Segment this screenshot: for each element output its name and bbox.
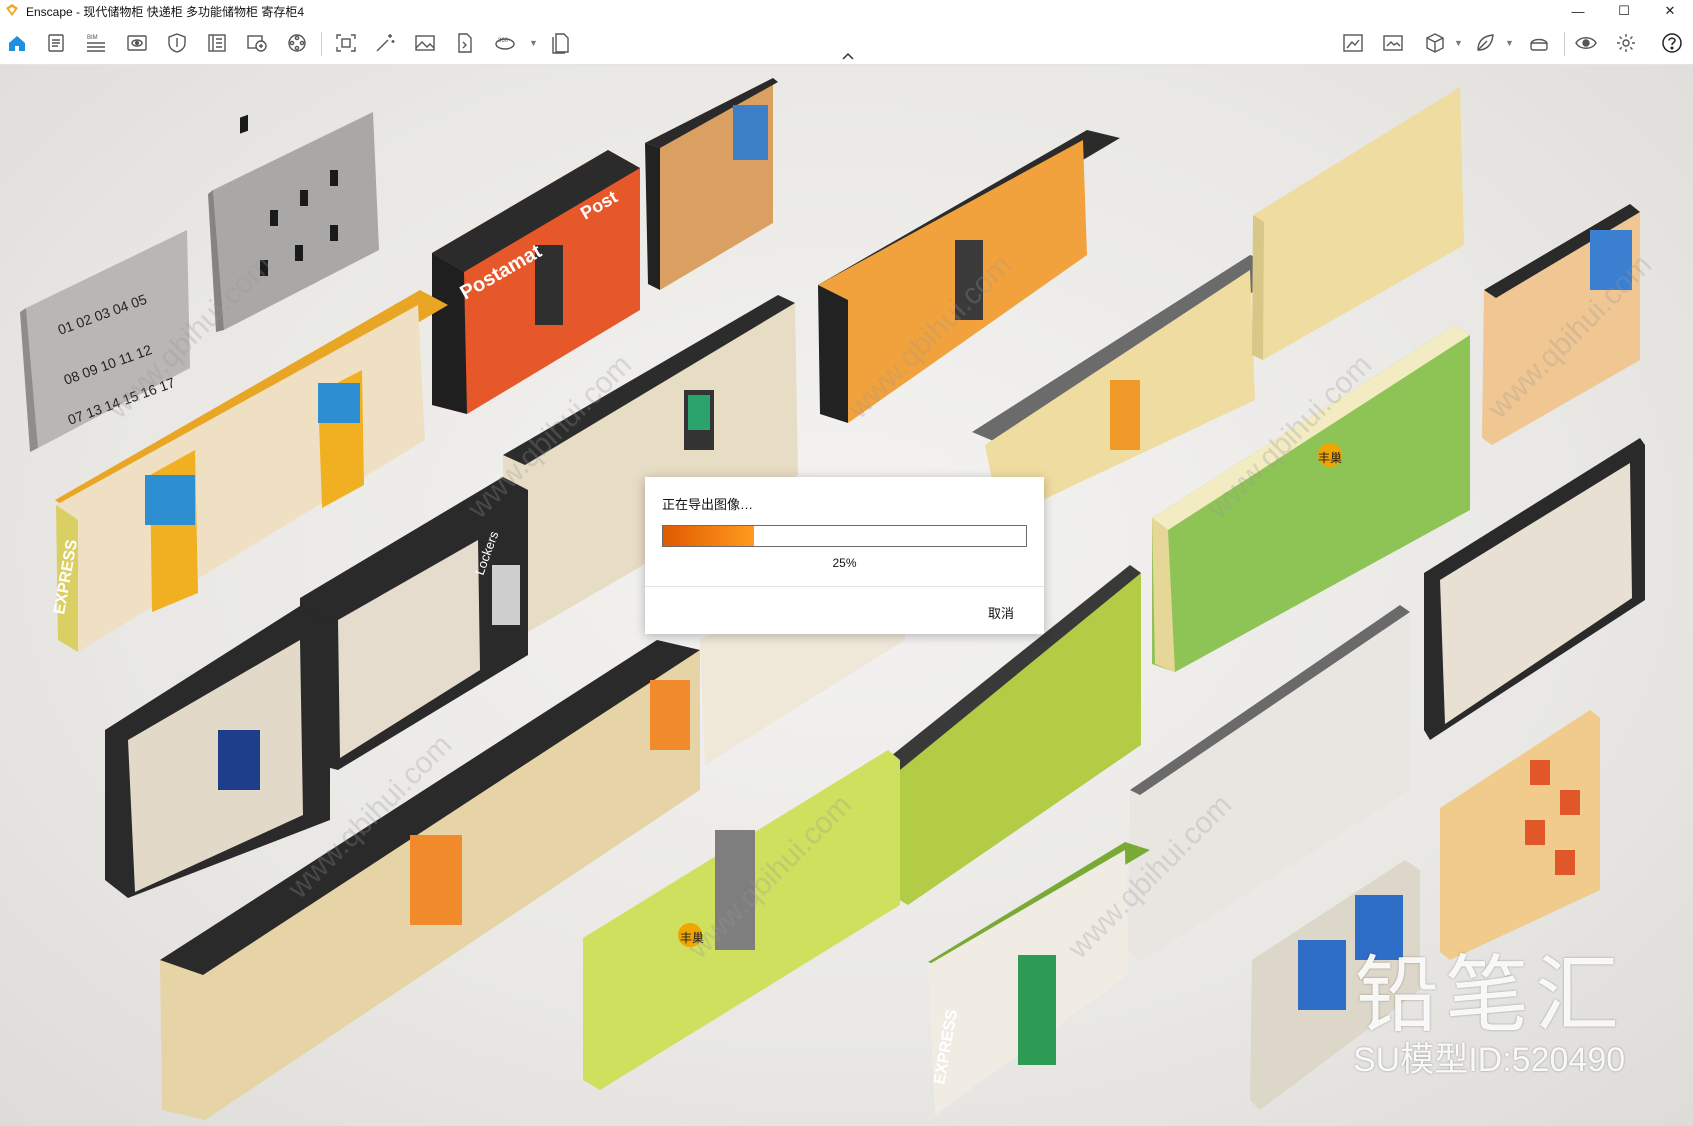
screenshot-icon[interactable]	[335, 32, 357, 54]
minimize-button[interactable]: —	[1555, 0, 1601, 22]
export-file-icon[interactable]	[454, 32, 476, 54]
enscape-logo-icon	[6, 4, 18, 16]
book-icon[interactable]	[206, 32, 228, 54]
bim-icon[interactable]: BIM	[85, 32, 107, 54]
brand-watermark: 铅笔汇	[1355, 948, 1626, 1042]
help-icon[interactable]	[1661, 32, 1683, 54]
fengchao-label-1: 丰巢	[1318, 451, 1342, 465]
chevron-down-icon[interactable]: ▼	[1454, 38, 1463, 48]
chevron-down-icon[interactable]: ▼	[529, 38, 538, 48]
cube-icon[interactable]	[1424, 32, 1446, 54]
locker-dark-screen	[105, 606, 330, 898]
headset-vr-icon[interactable]	[1528, 32, 1550, 54]
chat-camera-icon[interactable]	[246, 32, 268, 54]
site-context-icon[interactable]	[1342, 32, 1364, 54]
view-icon[interactable]	[126, 32, 148, 54]
toolbar-separator	[1564, 32, 1565, 56]
title-bar: Enscape - 现代储物柜 快递柜 多功能储物柜 寄存柜4 — ☐ ✕	[0, 0, 1693, 22]
close-button[interactable]: ✕	[1647, 0, 1693, 22]
locker-dark-lockers: Lockers	[300, 477, 528, 770]
toolbar-separator	[321, 32, 322, 56]
bim-label: BIM	[87, 35, 98, 41]
document-icon[interactable]	[45, 32, 67, 54]
collapse-toolbar-icon[interactable]	[838, 50, 858, 64]
locker-cream-tall	[1252, 87, 1464, 360]
eye-icon[interactable]	[1575, 32, 1597, 54]
film-reel-icon[interactable]	[286, 32, 308, 54]
window-title: Enscape - 现代储物柜 快递柜 多功能储物柜 寄存柜4	[26, 5, 305, 19]
locker-green-express: EXPRESS	[928, 842, 1150, 1115]
dialog-divider	[645, 586, 1044, 587]
batch-export-icon[interactable]	[550, 32, 572, 54]
locker-orange-cubbies	[1440, 710, 1600, 960]
model-id-watermark: SU模型ID:520490	[1353, 1041, 1626, 1079]
gallery-icon[interactable]	[1382, 32, 1404, 54]
chevron-down-icon[interactable]: ▼	[1505, 38, 1514, 48]
cancel-button[interactable]: 取消	[988, 603, 1014, 622]
shield-icon[interactable]	[166, 32, 188, 54]
svg-text:360: 360	[498, 38, 509, 44]
panorama-360-icon[interactable]: 360	[494, 32, 516, 54]
home-icon[interactable]	[6, 32, 28, 54]
export-progress-bar	[662, 525, 1027, 547]
settings-gear-icon[interactable]	[1615, 32, 1637, 54]
maximize-button[interactable]: ☐	[1601, 0, 1647, 22]
magic-wand-icon[interactable]	[374, 32, 396, 54]
export-progress-fill	[663, 526, 754, 546]
export-progress-percent: 25%	[832, 556, 857, 570]
export-status-message: 正在导出图像…	[662, 497, 754, 512]
export-progress-dialog: 正在导出图像… 25% 取消	[645, 477, 1044, 634]
locker-brown-tall	[645, 78, 778, 290]
leaf-icon[interactable]	[1474, 32, 1496, 54]
image-icon[interactable]	[414, 32, 436, 54]
